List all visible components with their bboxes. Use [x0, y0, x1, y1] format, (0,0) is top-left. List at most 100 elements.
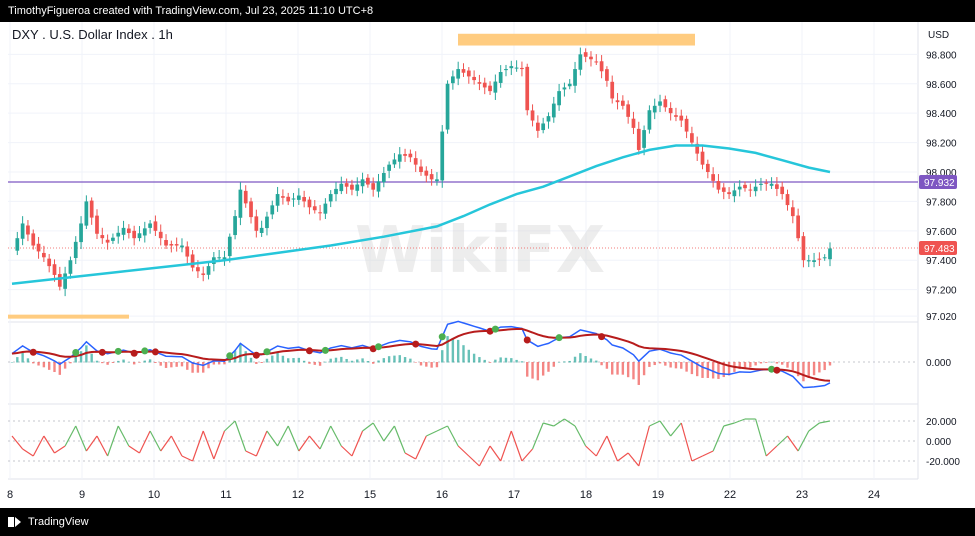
macd-histogram-bar	[520, 361, 524, 363]
macd-histogram-bar	[403, 357, 407, 363]
macd-histogram-bar	[361, 358, 364, 363]
candle-body	[615, 100, 620, 103]
macd-histogram-bar	[626, 362, 630, 378]
macd-histogram-bar	[117, 360, 120, 363]
macd-histogram-bar	[233, 350, 237, 363]
candle-body	[806, 260, 811, 262]
macd-histogram-bar	[504, 357, 508, 363]
macd-histogram-bar	[202, 362, 205, 373]
macd-cross-dot	[98, 348, 106, 356]
macd-histogram-bar	[106, 362, 109, 365]
macd-cross-dot	[72, 349, 80, 357]
macd-histogram-bar	[164, 362, 168, 368]
macd-cross-dot	[321, 346, 329, 354]
macd-histogram-bar	[717, 362, 720, 379]
candle-body	[105, 239, 110, 243]
macd-histogram-bar	[579, 353, 582, 363]
macd-histogram-bar	[770, 361, 773, 363]
candle-body	[668, 107, 673, 114]
candle-body	[631, 118, 636, 128]
price-tick-label: 97.020	[926, 312, 957, 323]
macd-histogram-bar	[435, 362, 439, 368]
resistance-zone	[458, 33, 695, 46]
macd-histogram-bar	[297, 357, 301, 363]
caption-bar: TimothyFigueroa created with TradingView…	[0, 0, 975, 22]
oscillator-segment	[426, 430, 438, 437]
candle-body	[451, 76, 455, 84]
macd-histogram-bar	[488, 362, 492, 363]
macd-histogram-bar	[749, 362, 752, 368]
macd-histogram-bar	[786, 362, 789, 368]
macd-cross-dot	[555, 334, 563, 342]
macd-histogram-bar	[212, 362, 216, 365]
oscillator-segment	[415, 435, 427, 460]
candle-body	[642, 130, 646, 148]
candle-body	[435, 179, 439, 182]
macd-histogram-bar	[791, 362, 795, 371]
macd-histogram-bar	[69, 362, 72, 364]
oscillator-segment	[723, 422, 735, 427]
candle-body	[620, 100, 625, 106]
macd-histogram-bar	[122, 359, 125, 363]
time-tick-label: 10	[148, 489, 160, 501]
candle-body	[100, 235, 105, 239]
macd-histogram-bar	[552, 362, 555, 367]
oscillator-segment	[160, 435, 172, 452]
candle-body	[461, 69, 466, 73]
oscillator-segment	[521, 448, 533, 462]
macd-histogram-bar	[632, 362, 635, 380]
candle-body	[84, 201, 89, 226]
macd-histogram-bar	[356, 359, 359, 363]
candle-body	[636, 128, 641, 150]
candle-body	[737, 186, 742, 190]
candle-body	[68, 260, 73, 274]
candle-body	[26, 225, 30, 235]
chart-area[interactable]: WikiFX 97.020 97.200 97.400 97.600 97.800 98.…	[0, 22, 975, 508]
candle-body	[217, 257, 222, 259]
oscillator-segment	[170, 435, 183, 457]
macd-histogram-bar	[531, 362, 534, 379]
macd-histogram-bar	[812, 362, 816, 376]
macd-histogram-bar	[143, 360, 146, 363]
macd-histogram-bar	[26, 358, 30, 363]
candle-body	[748, 189, 753, 191]
oscillator-pane	[8, 418, 918, 467]
macd-histogram-bar	[456, 339, 460, 363]
oscillator-segment	[543, 422, 554, 427]
candle-body	[52, 264, 57, 275]
candle-body	[381, 172, 386, 183]
candle-body	[366, 177, 370, 185]
macd-histogram-bar	[324, 361, 327, 363]
candle-body	[355, 184, 360, 191]
candle-body	[95, 215, 99, 234]
macd-histogram-bar	[366, 361, 370, 363]
macd-histogram-bar	[563, 361, 566, 363]
macd-histogram-bar	[472, 353, 476, 363]
candle-body	[716, 181, 721, 190]
macd-histogram-bar	[568, 360, 571, 363]
candle-body	[259, 227, 264, 233]
candle-body	[57, 274, 62, 287]
macd-histogram-bar	[669, 362, 672, 368]
candle-body	[360, 179, 365, 187]
oscillator-segment	[447, 425, 459, 447]
candle-body	[249, 201, 253, 218]
candle-body	[142, 228, 147, 236]
macd-histogram-bar	[132, 362, 136, 365]
oscillator-segment	[181, 455, 193, 462]
last-price-badge-label: 97.483	[924, 244, 955, 255]
macd-histogram-bar	[42, 362, 46, 368]
macd-histogram-bar	[828, 362, 832, 366]
macd-histogram-bar	[170, 362, 173, 368]
candle-body	[530, 110, 535, 121]
price-tick-label: 98.200	[926, 139, 957, 150]
oscillator-segment	[680, 422, 693, 462]
oscillator-segment	[574, 425, 587, 447]
candle-body	[334, 188, 338, 195]
macd-histogram-bar	[765, 362, 768, 363]
macd-histogram-bar	[318, 362, 322, 366]
candle-body	[408, 153, 413, 158]
chart-svg[interactable]: WikiFX 97.020 97.200 97.400 97.600 97.800 98.…	[0, 22, 975, 508]
time-tick-label: 8	[7, 489, 13, 501]
macd-histogram-bar	[16, 357, 19, 363]
